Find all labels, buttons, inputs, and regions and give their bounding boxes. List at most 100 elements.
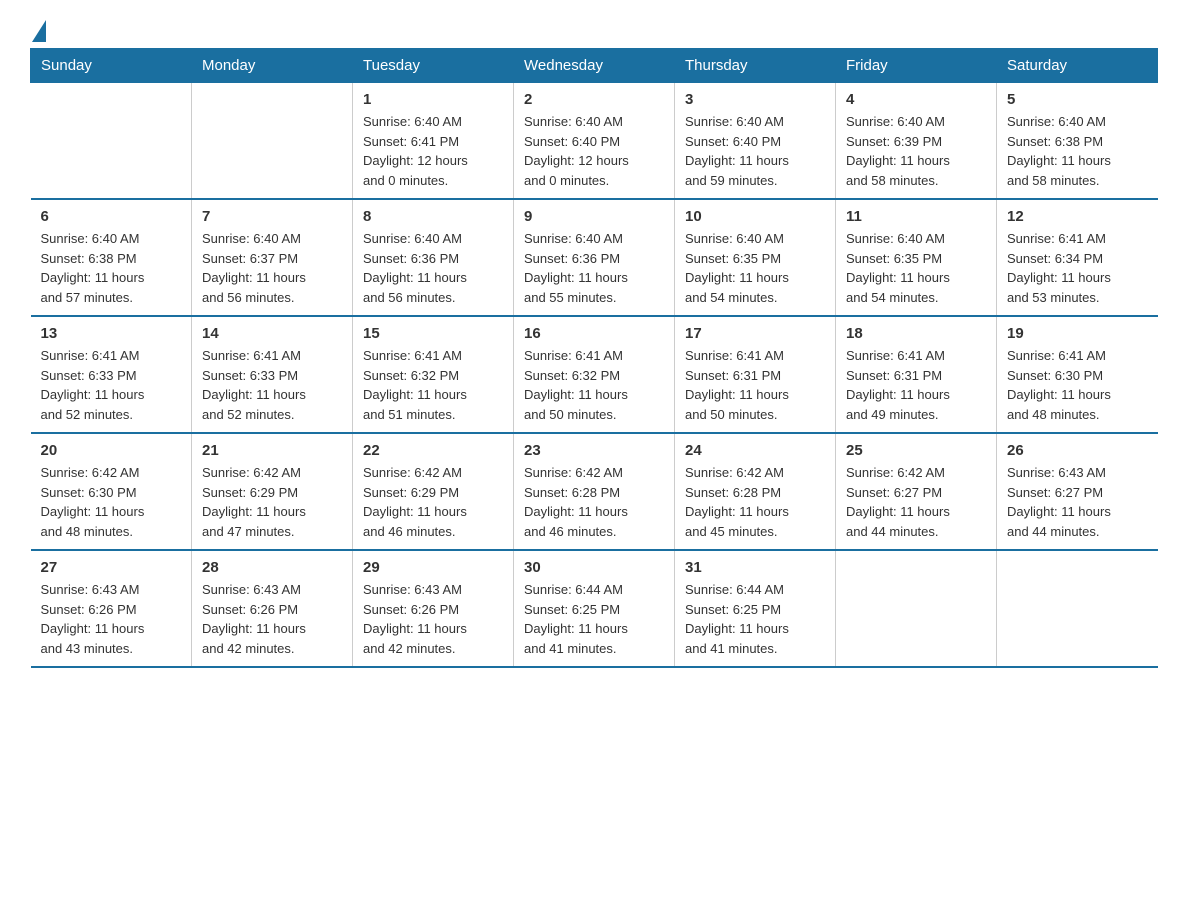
day-info: Sunrise: 6:43 AM Sunset: 6:27 PM Dayligh…: [1007, 463, 1148, 541]
day-info: Sunrise: 6:40 AM Sunset: 6:36 PM Dayligh…: [363, 229, 503, 307]
day-info: Sunrise: 6:40 AM Sunset: 6:37 PM Dayligh…: [202, 229, 342, 307]
day-number: 19: [1007, 325, 1148, 342]
calendar-cell: 4 Sunrise: 6:40 AM Sunset: 6:39 PM Daylig…: [836, 83, 997, 200]
calendar-cell: 1 Sunrise: 6:40 AM Sunset: 6:41 PM Daylig…: [353, 83, 514, 200]
day-info: Sunrise: 6:40 AM Sunset: 6:41 PM Dayligh…: [363, 112, 503, 190]
day-number: 6: [41, 208, 182, 225]
calendar-cell: 5 Sunrise: 6:40 AM Sunset: 6:38 PM Daylig…: [997, 83, 1158, 200]
header-day-monday: Monday: [192, 49, 353, 83]
calendar-week-row: 6 Sunrise: 6:40 AM Sunset: 6:38 PM Daylig…: [31, 199, 1158, 316]
calendar-cell: 31 Sunrise: 6:44 AM Sunset: 6:25 PM Dayli…: [675, 550, 836, 667]
calendar-header-row: SundayMondayTuesdayWednesdayThursdayFrid…: [31, 49, 1158, 83]
day-info: Sunrise: 6:40 AM Sunset: 6:36 PM Dayligh…: [524, 229, 664, 307]
day-info: Sunrise: 6:42 AM Sunset: 6:29 PM Dayligh…: [363, 463, 503, 541]
calendar-cell: 10 Sunrise: 6:40 AM Sunset: 6:35 PM Dayli…: [675, 199, 836, 316]
calendar-week-row: 20 Sunrise: 6:42 AM Sunset: 6:30 PM Dayli…: [31, 433, 1158, 550]
calendar-cell: 25Sunrise: 6:42 AM Sunset: 6:27 PM Dayli…: [836, 433, 997, 550]
calendar-cell: 6 Sunrise: 6:40 AM Sunset: 6:38 PM Daylig…: [31, 199, 192, 316]
day-number: 28: [202, 559, 342, 576]
day-number: 21: [202, 442, 342, 459]
calendar-cell: 26 Sunrise: 6:43 AM Sunset: 6:27 PM Dayli…: [997, 433, 1158, 550]
day-info: Sunrise: 6:40 AM Sunset: 6:40 PM Dayligh…: [524, 112, 664, 190]
header-day-wednesday: Wednesday: [514, 49, 675, 83]
day-number: 14: [202, 325, 342, 342]
day-number: 5: [1007, 91, 1148, 108]
day-number: 29: [363, 559, 503, 576]
day-info: Sunrise: 6:44 AM Sunset: 6:25 PM Dayligh…: [524, 580, 664, 658]
day-number: 27: [41, 559, 182, 576]
calendar-cell: 30Sunrise: 6:44 AM Sunset: 6:25 PM Dayli…: [514, 550, 675, 667]
day-info: Sunrise: 6:43 AM Sunset: 6:26 PM Dayligh…: [202, 580, 342, 658]
day-info: Sunrise: 6:43 AM Sunset: 6:26 PM Dayligh…: [363, 580, 503, 658]
header-day-thursday: Thursday: [675, 49, 836, 83]
header-day-friday: Friday: [836, 49, 997, 83]
calendar-cell: 28 Sunrise: 6:43 AM Sunset: 6:26 PM Dayli…: [192, 550, 353, 667]
day-number: 13: [41, 325, 182, 342]
day-info: Sunrise: 6:41 AM Sunset: 6:34 PM Dayligh…: [1007, 229, 1148, 307]
logo-triangle-icon: [32, 20, 46, 42]
day-info: Sunrise: 6:40 AM Sunset: 6:38 PM Dayligh…: [1007, 112, 1148, 190]
calendar-cell: 3 Sunrise: 6:40 AM Sunset: 6:40 PM Daylig…: [675, 83, 836, 200]
day-info: Sunrise: 6:41 AM Sunset: 6:31 PM Dayligh…: [685, 346, 825, 424]
calendar-cell: 2 Sunrise: 6:40 AM Sunset: 6:40 PM Daylig…: [514, 83, 675, 200]
day-info: Sunrise: 6:44 AM Sunset: 6:25 PM Dayligh…: [685, 580, 825, 658]
calendar-cell: [192, 83, 353, 200]
calendar-cell: 21 Sunrise: 6:42 AM Sunset: 6:29 PM Dayli…: [192, 433, 353, 550]
day-info: Sunrise: 6:40 AM Sunset: 6:35 PM Dayligh…: [685, 229, 825, 307]
logo: [30, 20, 46, 38]
calendar-cell: [836, 550, 997, 667]
day-info: Sunrise: 6:40 AM Sunset: 6:35 PM Dayligh…: [846, 229, 986, 307]
calendar-table: SundayMondayTuesdayWednesdayThursdayFrid…: [30, 48, 1158, 668]
day-info: Sunrise: 6:40 AM Sunset: 6:40 PM Dayligh…: [685, 112, 825, 190]
day-number: 1: [363, 91, 503, 108]
day-number: 3: [685, 91, 825, 108]
day-number: 10: [685, 208, 825, 225]
calendar-cell: 8Sunrise: 6:40 AM Sunset: 6:36 PM Daylig…: [353, 199, 514, 316]
day-number: 15: [363, 325, 503, 342]
calendar-cell: 23Sunrise: 6:42 AM Sunset: 6:28 PM Dayli…: [514, 433, 675, 550]
day-info: Sunrise: 6:43 AM Sunset: 6:26 PM Dayligh…: [41, 580, 182, 658]
day-info: Sunrise: 6:41 AM Sunset: 6:32 PM Dayligh…: [363, 346, 503, 424]
day-info: Sunrise: 6:41 AM Sunset: 6:31 PM Dayligh…: [846, 346, 986, 424]
calendar-cell: 22 Sunrise: 6:42 AM Sunset: 6:29 PM Dayli…: [353, 433, 514, 550]
day-number: 26: [1007, 442, 1148, 459]
day-info: Sunrise: 6:42 AM Sunset: 6:30 PM Dayligh…: [41, 463, 182, 541]
day-number: 22: [363, 442, 503, 459]
day-number: 4: [846, 91, 986, 108]
header-day-saturday: Saturday: [997, 49, 1158, 83]
calendar-cell: 27 Sunrise: 6:43 AM Sunset: 6:26 PM Dayli…: [31, 550, 192, 667]
day-number: 17: [685, 325, 825, 342]
calendar-week-row: 13 Sunrise: 6:41 AM Sunset: 6:33 PM Dayli…: [31, 316, 1158, 433]
calendar-week-row: 27 Sunrise: 6:43 AM Sunset: 6:26 PM Dayli…: [31, 550, 1158, 667]
calendar-cell: 11 Sunrise: 6:40 AM Sunset: 6:35 PM Dayli…: [836, 199, 997, 316]
day-number: 31: [685, 559, 825, 576]
day-number: 24: [685, 442, 825, 459]
page-header: [30, 20, 1158, 38]
calendar-cell: 14 Sunrise: 6:41 AM Sunset: 6:33 PM Dayli…: [192, 316, 353, 433]
day-number: 18: [846, 325, 986, 342]
day-info: Sunrise: 6:41 AM Sunset: 6:30 PM Dayligh…: [1007, 346, 1148, 424]
day-info: Sunrise: 6:40 AM Sunset: 6:38 PM Dayligh…: [41, 229, 182, 307]
day-number: 9: [524, 208, 664, 225]
header-day-sunday: Sunday: [31, 49, 192, 83]
day-number: 25: [846, 442, 986, 459]
day-number: 20: [41, 442, 182, 459]
calendar-cell: 20 Sunrise: 6:42 AM Sunset: 6:30 PM Dayli…: [31, 433, 192, 550]
calendar-cell: 29 Sunrise: 6:43 AM Sunset: 6:26 PM Dayli…: [353, 550, 514, 667]
day-number: 11: [846, 208, 986, 225]
day-info: Sunrise: 6:41 AM Sunset: 6:33 PM Dayligh…: [41, 346, 182, 424]
day-number: 23: [524, 442, 664, 459]
day-info: Sunrise: 6:42 AM Sunset: 6:28 PM Dayligh…: [685, 463, 825, 541]
calendar-cell: 24 Sunrise: 6:42 AM Sunset: 6:28 PM Dayli…: [675, 433, 836, 550]
day-info: Sunrise: 6:41 AM Sunset: 6:33 PM Dayligh…: [202, 346, 342, 424]
calendar-cell: 19 Sunrise: 6:41 AM Sunset: 6:30 PM Dayli…: [997, 316, 1158, 433]
day-info: Sunrise: 6:40 AM Sunset: 6:39 PM Dayligh…: [846, 112, 986, 190]
day-info: Sunrise: 6:42 AM Sunset: 6:29 PM Dayligh…: [202, 463, 342, 541]
calendar-cell: 17 Sunrise: 6:41 AM Sunset: 6:31 PM Dayli…: [675, 316, 836, 433]
day-number: 7: [202, 208, 342, 225]
day-number: 2: [524, 91, 664, 108]
calendar-cell: 16Sunrise: 6:41 AM Sunset: 6:32 PM Dayli…: [514, 316, 675, 433]
calendar-cell: [31, 83, 192, 200]
calendar-cell: 15 Sunrise: 6:41 AM Sunset: 6:32 PM Dayli…: [353, 316, 514, 433]
calendar-cell: 18 Sunrise: 6:41 AM Sunset: 6:31 PM Dayli…: [836, 316, 997, 433]
